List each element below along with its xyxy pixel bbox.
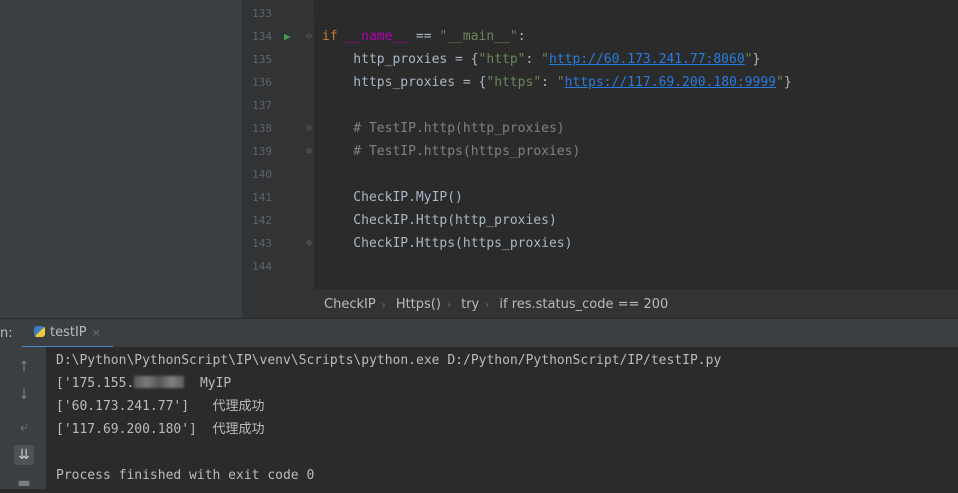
run-panel-label: n: (0, 326, 13, 341)
line-number: 140 (252, 168, 272, 181)
code-editor[interactable]: 133 134 ▶ ⊖ if __name__ == "__main__": 135 ht… (242, 0, 958, 289)
down-arrow-icon[interactable]: ↓ (14, 385, 34, 405)
code-token: } (752, 52, 761, 67)
line-number: 144 (252, 260, 272, 273)
code-token: " (775, 75, 784, 90)
code-line[interactable]: 136 https_proxies = {"https": "https://1… (242, 71, 958, 94)
code-token: } (783, 75, 792, 90)
console-line-https: ['117.69.200.180'] 代理成功 (56, 418, 265, 441)
code-line[interactable]: 133 (242, 2, 958, 25)
line-number: 134 (252, 30, 272, 43)
chevron-right-icon: › (381, 300, 386, 311)
code-text: CheckIP.MyIP() (322, 186, 463, 209)
scroll-to-end-icon[interactable]: ⇊ (14, 445, 34, 465)
code-text: # TestIP.https(https_proxies) (322, 140, 580, 163)
code-line[interactable]: 141 CheckIP.MyIP() (242, 186, 958, 209)
line-number: 141 (252, 191, 272, 204)
code-line[interactable]: 142 CheckIP.Http(http_proxies) (242, 209, 958, 232)
line-number: 137 (252, 99, 272, 112)
code-token: " (541, 52, 549, 67)
python-icon (34, 326, 45, 337)
fold-icon[interactable]: ⊕ (306, 140, 312, 163)
code-token: : (525, 52, 542, 67)
run-panel-header: n: testIP × (0, 318, 958, 349)
code-token: CheckIP.Http(http_proxies) (322, 213, 557, 228)
console-command: D:\Python\PythonScript\IP\venv\Scripts\p… (56, 353, 722, 368)
chevron-right-icon: › (446, 300, 451, 311)
console-exit-message: Process finished with exit code 0 (56, 468, 315, 483)
console-ip-https: ['117.69.200.180'] (56, 422, 213, 437)
code-token: "http" (478, 52, 526, 67)
code-token: CheckIP.MyIP() (322, 190, 463, 205)
code-line[interactable]: 134 ▶ ⊖ if __name__ == "__main__": (242, 25, 958, 48)
code-text: https_proxies = {"https": "https://117.6… (322, 71, 792, 94)
breadcrumb: CheckIP › Https() › try › if res.status_cod… (242, 289, 958, 319)
code-token: " (744, 52, 753, 67)
breadcrumb-item-method[interactable]: Https() (396, 297, 441, 312)
code-token: "https" (486, 75, 542, 90)
code-token: == (408, 29, 440, 44)
console-ip-prefix: ['175.155. (56, 376, 135, 391)
code-token: : (517, 29, 526, 44)
console-success-msg: 代理成功 (212, 399, 265, 414)
console-ip-http: ['60.173.241.77'] (56, 399, 213, 414)
line-number: 143 (252, 237, 272, 250)
breadcrumb-item-if[interactable]: if res.status_code == 200 (499, 297, 668, 312)
code-line[interactable]: 143 ⊕ CheckIP.Https(https_proxies) (242, 232, 958, 255)
line-number: 136 (252, 76, 272, 89)
soft-wrap-icon[interactable]: ⤶ (14, 417, 34, 437)
breadcrumb-item-class[interactable]: CheckIP (324, 297, 376, 312)
code-token: https_proxies = { (322, 75, 487, 90)
console-output[interactable]: D:\Python\PythonScript\IP\venv\Scripts\p… (46, 347, 958, 489)
code-line[interactable]: 139 ⊕ # TestIP.https(https_proxies) (242, 140, 958, 163)
code-line[interactable]: 137 (242, 94, 958, 117)
code-line[interactable]: 135 http_proxies = {"http": "http://60.1… (242, 48, 958, 71)
fold-icon[interactable]: ⊖ (306, 117, 312, 140)
code-token: if (322, 29, 346, 44)
line-number: 135 (252, 53, 272, 66)
run-icon[interactable]: ▶ (284, 25, 291, 48)
code-text: if __name__ == "__main__": (322, 25, 526, 48)
code-token: "__main__" (439, 29, 518, 44)
code-text: CheckIP.Http(http_proxies) (322, 209, 557, 232)
print-icon[interactable]: ▬ (14, 473, 34, 493)
code-token: http_proxies = { (322, 52, 479, 67)
code-token: # TestIP.http(http_proxies) (322, 121, 565, 136)
code-line[interactable]: 140 (242, 163, 958, 186)
indent-guide (313, 23, 314, 289)
console-line-http: ['60.173.241.77'] 代理成功 (56, 395, 265, 418)
up-arrow-icon[interactable]: ↑ (14, 357, 34, 377)
line-number: 142 (252, 214, 272, 227)
code-token: " (556, 75, 565, 90)
project-panel (0, 0, 242, 318)
code-line[interactable]: 144 (242, 255, 958, 278)
console-success-msg: 代理成功 (212, 422, 265, 437)
close-icon[interactable]: × (92, 326, 101, 339)
breadcrumb-item-try[interactable]: try (461, 297, 479, 312)
code-token: : (541, 75, 557, 90)
code-token: # TestIP.https(https_proxies) (322, 144, 581, 159)
code-line[interactable]: 138 ⊖ # TestIP.http(http_proxies) (242, 117, 958, 140)
run-tab-testip[interactable]: testIP × (22, 319, 113, 349)
code-token: CheckIP.Https(https_proxies) (322, 236, 573, 251)
chevron-right-icon: › (485, 300, 490, 311)
code-token[interactable]: https://117.69.200.180:9999 (565, 75, 776, 90)
code-text: CheckIP.Https(https_proxies) (322, 232, 572, 255)
line-number: 139 (252, 145, 272, 158)
fold-icon[interactable]: ⊖ (306, 25, 312, 48)
run-toolbar: ↑ ↓ ⤶ ⇊ ▬ (0, 347, 46, 491)
code-token: __name__ (345, 29, 409, 44)
code-text: # TestIP.http(http_proxies) (322, 117, 565, 140)
line-number: 133 (252, 7, 272, 20)
console-myip-label: MyIP (199, 376, 232, 391)
code-text: http_proxies = {"http": "http://60.173.2… (322, 48, 760, 71)
line-number: 138 (252, 122, 272, 135)
fold-icon[interactable]: ⊕ (306, 232, 312, 255)
code-token[interactable]: http://60.173.241.77:8060 (549, 52, 745, 67)
run-tab-label: testIP (50, 325, 87, 340)
console-line-myip: ['175.155. MyIP (56, 372, 231, 395)
redacted-block (134, 376, 185, 388)
